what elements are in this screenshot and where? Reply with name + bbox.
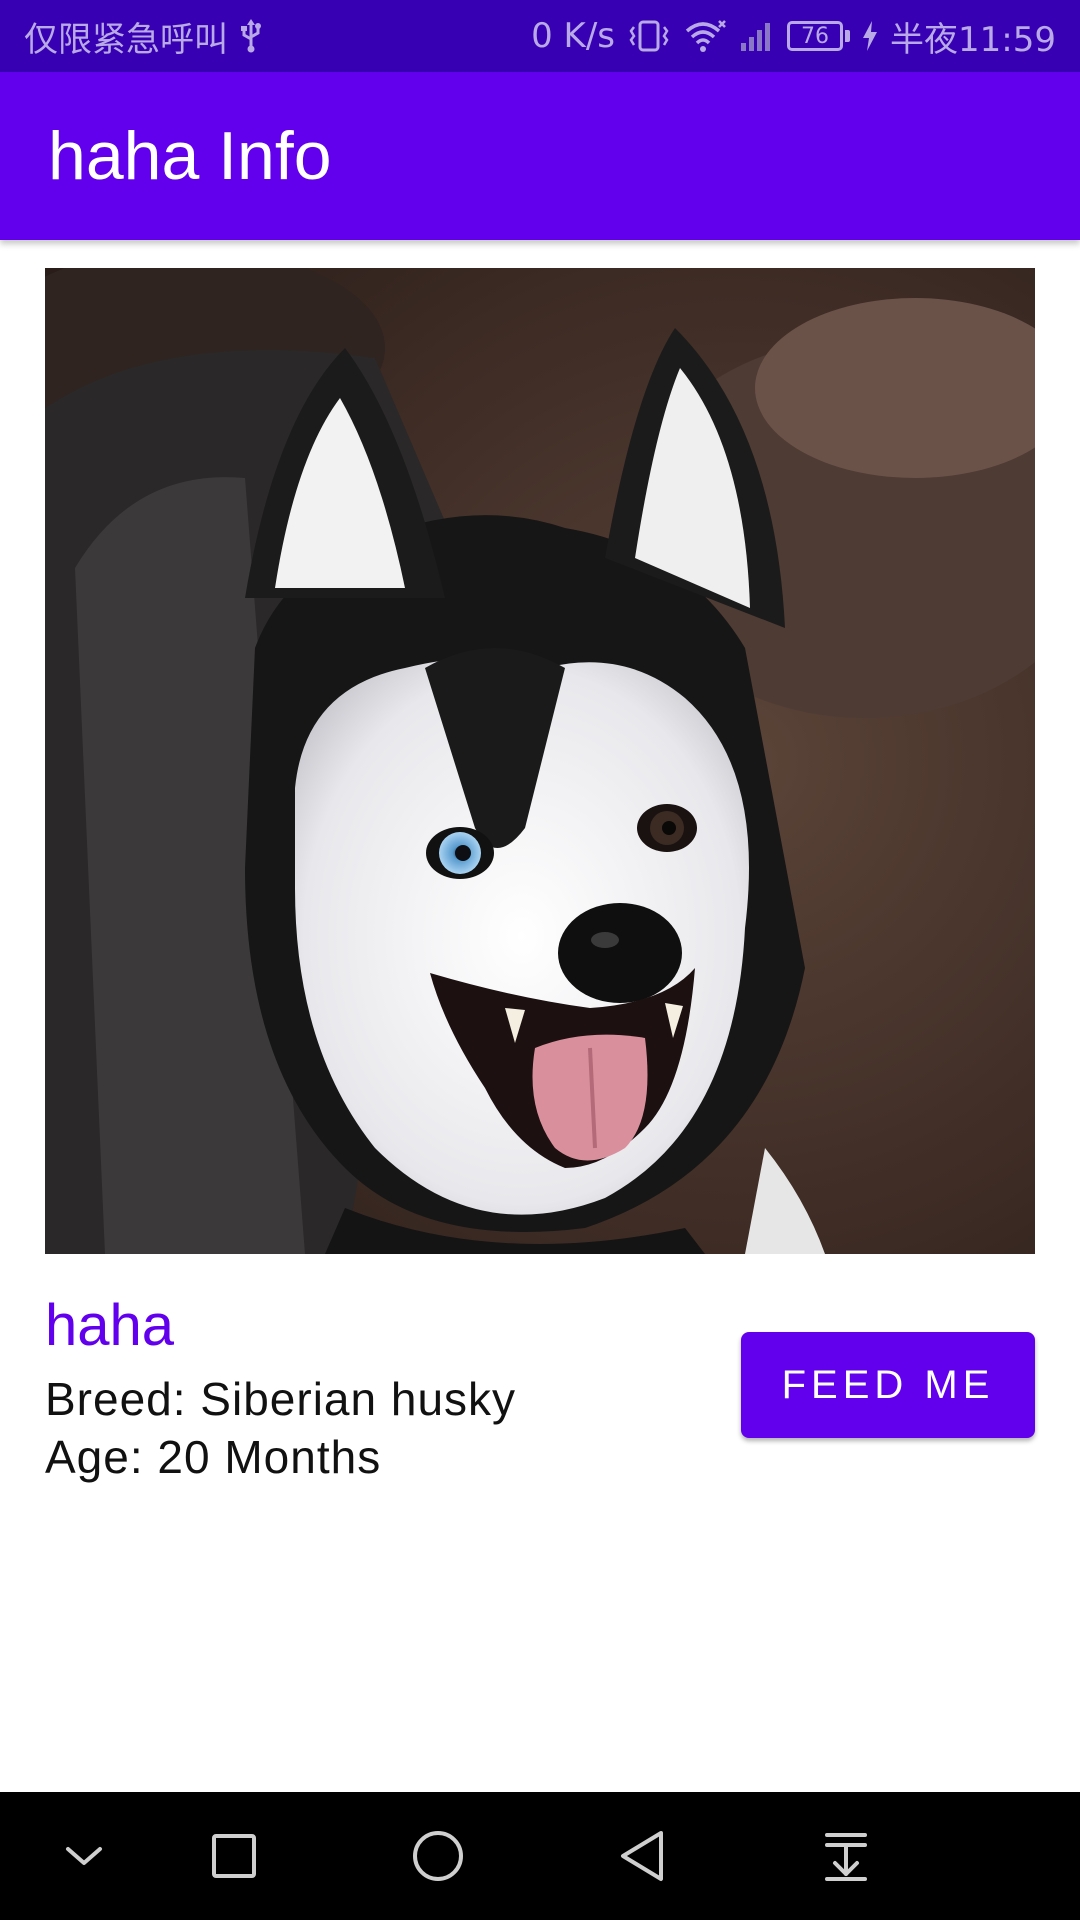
chevron-down-icon[interactable] (24, 1792, 144, 1920)
charging-icon (862, 21, 878, 51)
clock: 半夜11:59 (890, 19, 1056, 60)
battery-level: 76 (787, 21, 844, 51)
battery-tip (845, 30, 851, 42)
dog-name: haha (45, 1293, 175, 1358)
status-bar: 仅限紧急呼叫 0 K/s 76 半夜11:59 (0, 0, 1080, 72)
square-icon[interactable] (174, 1792, 294, 1920)
dog-breed: Breed: Siberian husky (45, 1373, 517, 1425)
navigation-bar (0, 1792, 1080, 1920)
net-speed: 0 K/s (531, 16, 616, 56)
app-bar: haha Info (0, 72, 1080, 240)
circle-icon[interactable] (378, 1792, 498, 1920)
signal-icon (739, 19, 775, 53)
download-icon[interactable] (786, 1792, 906, 1920)
vibrate-icon (627, 19, 671, 53)
husky-photo (45, 268, 1035, 1254)
status-left: 仅限紧急呼叫 (24, 12, 262, 61)
page-title: haha Info (48, 118, 332, 194)
dog-age: Age: 20 Months (45, 1431, 382, 1483)
wifi-icon (683, 19, 727, 53)
battery-icon: 76 (787, 21, 851, 51)
triangle-back-icon[interactable] (582, 1792, 702, 1920)
status-right: 0 K/s 76 半夜11:59 (531, 12, 1056, 61)
feed-me-button[interactable]: FEED ME (741, 1332, 1035, 1438)
usb-icon (240, 19, 262, 53)
carrier-text: 仅限紧急呼叫 (24, 19, 228, 60)
